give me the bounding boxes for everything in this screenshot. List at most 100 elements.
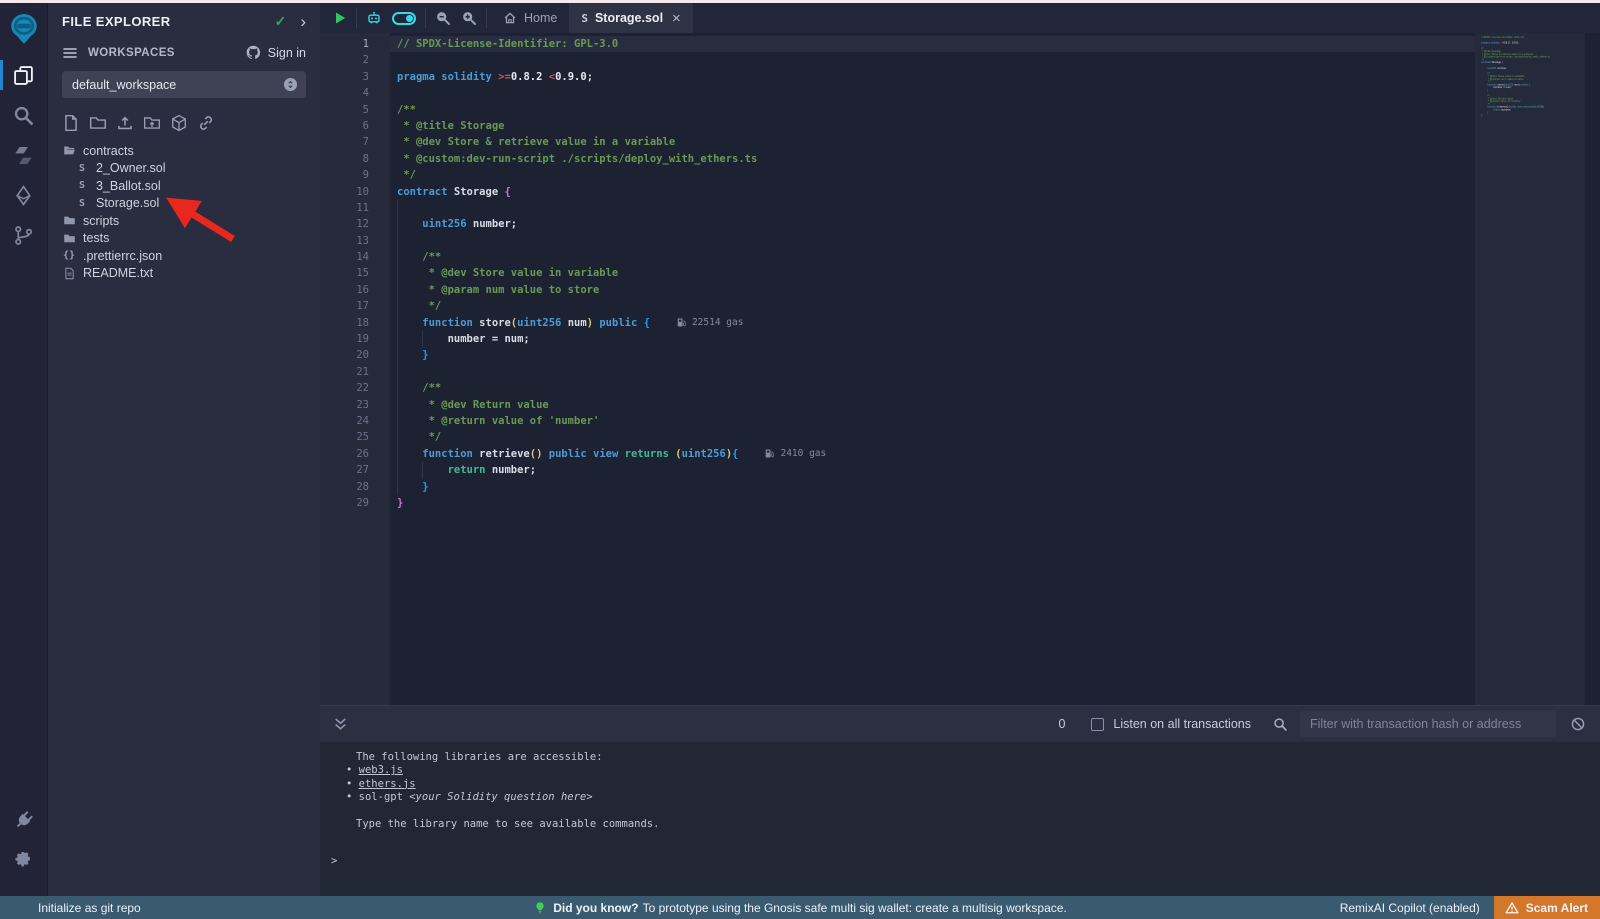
code-line-content: number = num;: [390, 331, 1475, 347]
tree-item-3-ballot-sol[interactable]: S3_Ballot.sol: [48, 177, 320, 195]
activity-bar-item-deploy-and-run[interactable]: [0, 175, 48, 215]
code-line-29: 29}: [320, 495, 1475, 511]
code-line-content: function retrieve() public view returns …: [390, 446, 1475, 462]
tree-item-readme-txt[interactable]: README.txt: [48, 265, 320, 283]
code-editor[interactable]: // SPDX-License-Identifier: GPL-3.0pragm…: [320, 33, 1600, 705]
tree-item-label: tests: [83, 231, 109, 245]
clear-filter-icon[interactable]: [1570, 716, 1586, 732]
terminal-text-line: Type the library name to see available c…: [356, 818, 1600, 831]
activity-bar-item-git[interactable]: [0, 215, 48, 255]
token: * @param num value to store: [422, 282, 599, 298]
tab-label: Home: [524, 11, 557, 25]
token: {: [644, 315, 650, 331]
line-number: 1: [320, 36, 390, 52]
code-line-content: * @return value of 'number': [390, 413, 1475, 429]
transaction-filter-input[interactable]: [1300, 711, 1556, 737]
token: */: [422, 298, 441, 314]
tree-item-tests[interactable]: tests: [48, 230, 320, 248]
ai-copilot-robot-icon[interactable]: [361, 3, 387, 33]
new-folder-icon[interactable]: [89, 114, 107, 132]
tree-item--prettierrc-json[interactable]: {}.prettierrc.json: [48, 247, 320, 265]
cube-icon[interactable]: [170, 114, 188, 132]
code-line-27: 27 return number;: [320, 462, 1475, 478]
collapse-terminal-icon[interactable]: [332, 716, 349, 733]
tree-item-label: README.txt: [83, 266, 153, 280]
remix-logo[interactable]: [0, 3, 48, 55]
file-explorer-panel: FILE EXPLORER ✓ › WORKSPACES Sign in def…: [48, 3, 320, 896]
terminal-output[interactable]: The following libraries are accessible:•…: [320, 742, 1600, 896]
tree-item-contracts[interactable]: contracts: [48, 142, 320, 160]
line-number: 14: [320, 249, 390, 265]
toolbar-divider: [356, 8, 357, 28]
token: ;: [587, 69, 593, 85]
upload-folder-icon[interactable]: [143, 114, 161, 132]
gas-estimate: 22514 gas: [676, 315, 743, 331]
tab-label: Storage.sol: [595, 11, 663, 25]
token: solidity: [441, 69, 492, 85]
code-line-16: 16 * @param num value to store: [320, 282, 1475, 298]
top-edge-strip: [0, 0, 1600, 3]
tree-item-storage-sol[interactable]: SStorage.sol: [48, 195, 320, 213]
copilot-toggle[interactable]: [387, 3, 421, 33]
library-link[interactable]: ethers.js: [359, 778, 416, 790]
close-tab-icon[interactable]: ×: [672, 10, 681, 27]
code-line-29: }: [1480, 114, 1585, 117]
tree-item-scripts[interactable]: scripts: [48, 212, 320, 230]
gas-pump-icon: [676, 317, 687, 328]
file-explorer-icon: [13, 65, 34, 86]
init-git-repo-button[interactable]: Initialize as git repo: [38, 901, 141, 915]
check-icon[interactable]: ✓: [275, 13, 287, 30]
activity-bar-item-settings[interactable]: [0, 840, 48, 880]
token: // SPDX-License-Identifier: GPL-3.0: [397, 36, 618, 52]
panel-title: FILE EXPLORER: [62, 14, 275, 29]
line-number: 27: [320, 462, 390, 478]
hamburger-menu-icon[interactable]: [62, 45, 78, 61]
sign-in-button[interactable]: Sign in: [245, 44, 306, 61]
scam-alert-button[interactable]: Scam Alert: [1494, 896, 1600, 919]
remixai-copilot-status[interactable]: RemixAI Copilot (enabled): [1340, 901, 1480, 915]
activity-bar-item-plugin-manager[interactable]: [0, 800, 48, 840]
zoom-in-icon[interactable]: [456, 3, 482, 33]
link-icon[interactable]: [197, 114, 215, 132]
tab-storage-sol[interactable]: SStorage.sol×: [569, 3, 692, 33]
chevron-right-icon[interactable]: ›: [300, 17, 306, 27]
listen-all-transactions-checkbox[interactable]: [1091, 718, 1104, 731]
activity-bar-item-search[interactable]: [0, 95, 48, 135]
indent-guide: [397, 298, 422, 314]
terminal-prompt[interactable]: >: [331, 855, 337, 868]
lightbulb-icon: [533, 901, 547, 915]
workspace-select[interactable]: default_workspace: [62, 71, 306, 98]
code-line-content: * @param num value to store: [390, 282, 1475, 298]
upload-file-icon[interactable]: [116, 114, 134, 132]
code-line-14: 14 /**: [320, 249, 1475, 265]
run-script-button[interactable]: [328, 3, 352, 33]
code-line-content: }: [1480, 114, 1585, 117]
line-number: 7: [320, 134, 390, 150]
listen-all-transactions-label: Listen on all transactions: [1113, 717, 1251, 731]
library-link[interactable]: web3.js: [359, 764, 403, 776]
tree-item-label: .prettierrc.json: [83, 249, 162, 263]
editor-minimap[interactable]: // SPDX-License-Identifier: GPL-3.0pragm…: [1475, 33, 1585, 705]
activity-bar-item-solidity-compiler[interactable]: [0, 135, 48, 175]
tip-title: Did you know?: [553, 901, 638, 915]
workspace-name: default_workspace: [72, 78, 283, 92]
indent-guide: [397, 265, 422, 281]
line-number: 11: [320, 200, 390, 216]
terminal-toolbar: 0 Listen on all transactions: [320, 705, 1600, 742]
line-number: 18: [320, 315, 390, 331]
indent-guide: [422, 331, 447, 347]
zoom-out-icon[interactable]: [430, 3, 456, 33]
line-number: 24: [320, 413, 390, 429]
tab-home[interactable]: Home: [491, 3, 569, 33]
activity-bar-item-file-explorer[interactable]: [0, 55, 48, 95]
solidity-icon: S: [75, 179, 89, 193]
folder-icon: [62, 231, 76, 245]
token: return: [448, 462, 486, 478]
new-file-icon[interactable]: [62, 114, 80, 132]
token: public: [549, 446, 587, 462]
remix-ide-window: FILE EXPLORER ✓ › WORKSPACES Sign in def…: [0, 0, 1600, 919]
terminal-bullet-line: • sol-gpt <your Solidity question here>: [346, 791, 1600, 804]
token: * @dev Return value: [422, 397, 548, 413]
token: returns: [625, 446, 669, 462]
tree-item-2-owner-sol[interactable]: S2_Owner.sol: [48, 160, 320, 178]
